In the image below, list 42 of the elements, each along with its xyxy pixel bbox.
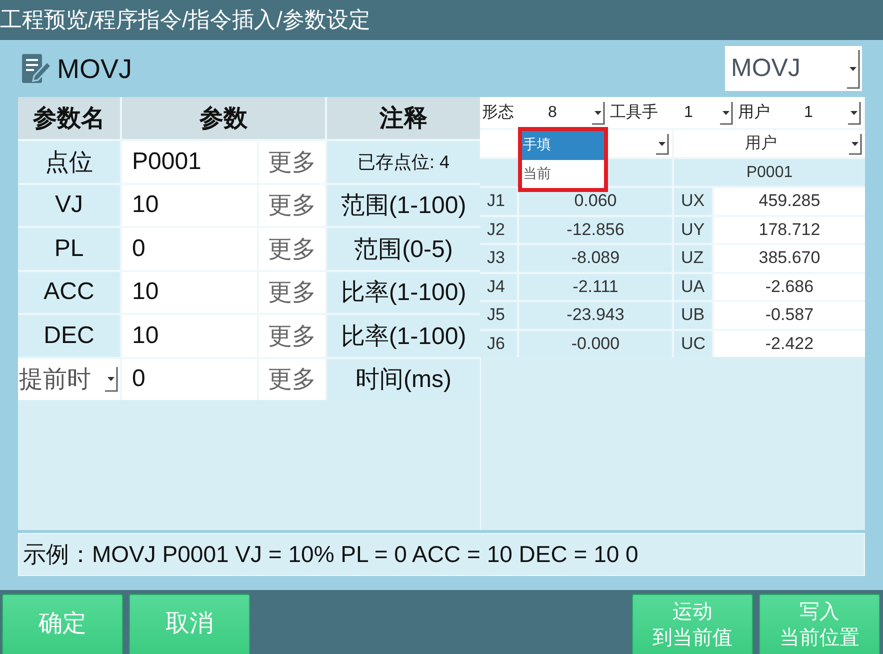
param-note: 范围(1-100) (327, 184, 480, 226)
axis-value: 178.712 (714, 216, 865, 243)
axis-label: UB (674, 302, 712, 328)
joint-label: J2 (480, 216, 517, 243)
joint-value: 0.060 (519, 188, 672, 214)
joint-value: -23.943 (519, 302, 672, 328)
column-header: 注释 (327, 97, 480, 139)
joint-label: J5 (480, 302, 517, 328)
joint-label: J6 (480, 330, 517, 357)
axis-label: UY (674, 216, 712, 243)
point-header: P0001 (674, 159, 865, 186)
param-name: DEC (18, 315, 120, 356)
axis-value: -2.422 (714, 330, 865, 357)
joint-label: J3 (480, 245, 517, 272)
joint-value: -2.111 (519, 274, 672, 300)
param-name: PL (18, 228, 120, 270)
axis-label: UZ (674, 245, 712, 272)
param-note: 比率(1-100) (327, 315, 480, 356)
column-header: 参数名 (18, 97, 120, 139)
joint-value: -8.089 (519, 245, 672, 272)
param-note: 比率(1-100) (327, 272, 480, 313)
joint-value: -12.856 (519, 216, 672, 243)
joint-label: J1 (480, 188, 517, 214)
param-note: 已存点位: 4 (327, 141, 480, 182)
param-note: 范围(0-5) (327, 228, 480, 270)
joint-label: J4 (480, 274, 517, 300)
param-name: VJ (18, 184, 120, 226)
axis-value: 385.670 (714, 245, 865, 272)
param-name: ACC (18, 272, 120, 313)
window-title: 工程预览/程序指令/指令插入/参数设定 (0, 7, 370, 33)
axis-label: UC (674, 330, 712, 357)
axis-label: UX (674, 188, 712, 214)
axis-value: -2.686 (714, 274, 865, 300)
param-note: 时间(ms) (327, 358, 480, 400)
example-text: 示例：MOVJ P0001 VJ = 10% PL = 0 ACC = 10 DEC = 10 0 (23, 540, 638, 569)
param-name: 点位 (18, 141, 120, 182)
joint-value: -0.000 (519, 330, 672, 357)
axis-value: 459.285 (714, 188, 865, 214)
axis-label: UA (674, 274, 712, 300)
column-header: 参数 (122, 97, 325, 139)
axis-value: -0.587 (714, 302, 865, 328)
command-title: MOVJ (57, 52, 132, 84)
